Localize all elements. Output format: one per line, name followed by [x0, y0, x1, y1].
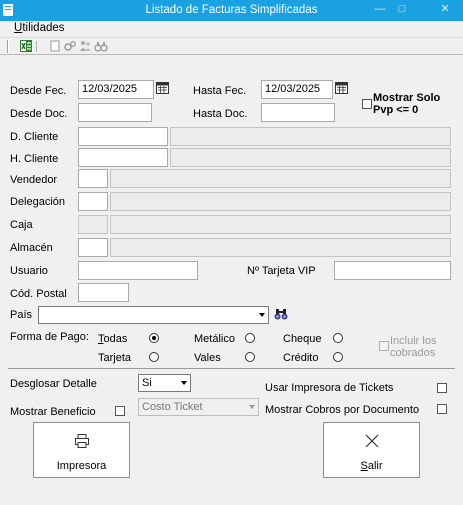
- cheque-radio[interactable]: [333, 333, 343, 343]
- hasta-doc-label: Hasta Doc.: [193, 108, 248, 120]
- hasta-doc-input[interactable]: [261, 103, 335, 122]
- incluir-cobrados-checkbox[interactable]: [379, 341, 389, 351]
- menu-utilidades-label: tilidades: [22, 22, 65, 34]
- desglosar-detalle-value: Si: [142, 377, 152, 389]
- salir-mnemonic: S: [360, 460, 368, 472]
- desde-doc-input[interactable]: [78, 103, 152, 122]
- caja-name-field: [110, 215, 451, 234]
- salir-label-rest: alir: [367, 460, 383, 472]
- title-bar: Listado de Facturas Simplificadas — □ ✕: [0, 0, 463, 21]
- pais-select[interactable]: [38, 306, 269, 324]
- vendedor-code-input[interactable]: [78, 169, 108, 188]
- h-cliente-name-field: [170, 148, 451, 167]
- tarjeta-label: Tarjeta: [98, 352, 132, 364]
- delegacion-label: Delegación: [10, 196, 66, 208]
- menu-utilidades[interactable]: Utilidades: [14, 22, 65, 34]
- todas-label: Todas: [98, 333, 127, 345]
- usar-impresora-checkbox[interactable]: [437, 383, 447, 393]
- chevron-down-icon: [259, 313, 265, 317]
- calendar-icon[interactable]: [156, 82, 169, 94]
- chevron-down-icon: [249, 405, 255, 409]
- binoculars-search-icon[interactable]: [274, 308, 288, 321]
- mostrar-solo-checkbox[interactable]: [362, 99, 372, 109]
- usuario-label: Usuario: [10, 265, 48, 277]
- gears-icon[interactable]: [63, 39, 77, 53]
- vales-radio[interactable]: [245, 352, 255, 362]
- impresora-label: Impresora: [56, 460, 107, 472]
- tarjeta-radio[interactable]: [149, 352, 159, 362]
- incluir-cobrados-label-line2: cobrados: [390, 347, 436, 359]
- chevron-down-icon: [181, 381, 187, 385]
- incluir-cobrados-label: Incluir los: [390, 335, 437, 347]
- people-icon[interactable]: [78, 39, 92, 53]
- mostrar-cobros-label: Mostrar Cobros por Documento: [265, 404, 420, 416]
- costo-select-value: Costo Ticket: [142, 401, 203, 413]
- desde-doc-label: Desde Doc.: [10, 108, 68, 120]
- minimize-icon[interactable]: —: [372, 2, 388, 16]
- caja-code-field: [78, 215, 108, 234]
- close-icon[interactable]: ✕: [437, 2, 453, 16]
- excel-icon[interactable]: [19, 39, 33, 53]
- caja-label: Caja: [10, 219, 33, 231]
- cheque-label: Cheque: [283, 333, 322, 345]
- pais-label: País: [10, 309, 33, 321]
- maximize-icon[interactable]: □: [394, 2, 410, 16]
- tarjeta-vip-label: Nº Tarjeta VIP: [247, 265, 316, 277]
- credito-label: Crédito: [283, 352, 319, 364]
- usar-impresora-label: Usar Impresora de Tickets: [265, 382, 394, 394]
- todas-radio[interactable]: [149, 333, 159, 343]
- mostrar-solo-label-line2: Pvp <= 0: [373, 104, 419, 116]
- d-cliente-code-input[interactable]: [78, 127, 168, 146]
- mostrar-beneficio-checkbox[interactable]: [115, 406, 125, 416]
- close-icon: [365, 434, 379, 448]
- cod-postal-input[interactable]: [78, 283, 129, 302]
- hasta-fec-label: Hasta Fec.: [193, 85, 247, 97]
- delegacion-code-input[interactable]: [78, 192, 108, 211]
- salir-label: Salir: [324, 460, 419, 472]
- mostrar-beneficio-label: Mostrar Beneficio: [10, 406, 96, 418]
- calendar-icon[interactable]: [335, 82, 348, 94]
- vendedor-label: Vendedor: [10, 174, 58, 186]
- desglosar-detalle-select[interactable]: Si: [138, 374, 191, 392]
- h-cliente-code-input[interactable]: [78, 148, 168, 167]
- metalico-radio[interactable]: [245, 333, 255, 343]
- metalico-label: Metálico: [194, 333, 235, 345]
- desde-fec-label: Desde Fec.: [10, 85, 67, 97]
- credito-radio[interactable]: [333, 352, 343, 362]
- tarjeta-vip-input[interactable]: [334, 261, 451, 280]
- almacen-name-field: [110, 238, 451, 257]
- forma-pago-label: Forma de Pago:: [10, 331, 89, 343]
- hasta-fec-input[interactable]: 12/03/2025: [261, 80, 333, 99]
- almacen-label: Almacén: [10, 242, 53, 254]
- vales-label: Vales: [194, 352, 221, 364]
- desglosar-detalle-label: Desglosar Detalle: [10, 378, 97, 390]
- almacen-code-input[interactable]: [78, 238, 108, 257]
- menu-bar: Utilidades: [0, 21, 463, 38]
- divider: [8, 368, 455, 369]
- toolbar: [0, 38, 463, 55]
- vendedor-name-field: [110, 169, 451, 188]
- d-cliente-label: D. Cliente: [10, 131, 59, 143]
- impresora-button[interactable]: Impresora: [33, 422, 130, 478]
- salir-button[interactable]: Salir: [323, 422, 420, 478]
- toolbar-grip: [7, 40, 9, 53]
- todas-label-rest: odas: [103, 333, 128, 345]
- costo-select[interactable]: Costo Ticket: [138, 398, 259, 416]
- delegacion-name-field: [110, 192, 451, 211]
- toolbar-separator: [36, 41, 37, 52]
- h-cliente-label: H. Cliente: [10, 153, 59, 165]
- desde-fec-input[interactable]: 12/03/2025: [78, 80, 154, 99]
- printer-icon: [75, 434, 89, 448]
- cod-postal-label: Cód. Postal: [10, 288, 67, 300]
- mostrar-solo-label: Mostrar Solo: [373, 92, 441, 104]
- mostrar-cobros-checkbox[interactable]: [437, 404, 447, 414]
- binoculars-icon[interactable]: [94, 39, 108, 53]
- blank-page-icon[interactable]: [48, 39, 62, 53]
- usuario-input[interactable]: [78, 261, 198, 280]
- d-cliente-name-field: [170, 127, 451, 146]
